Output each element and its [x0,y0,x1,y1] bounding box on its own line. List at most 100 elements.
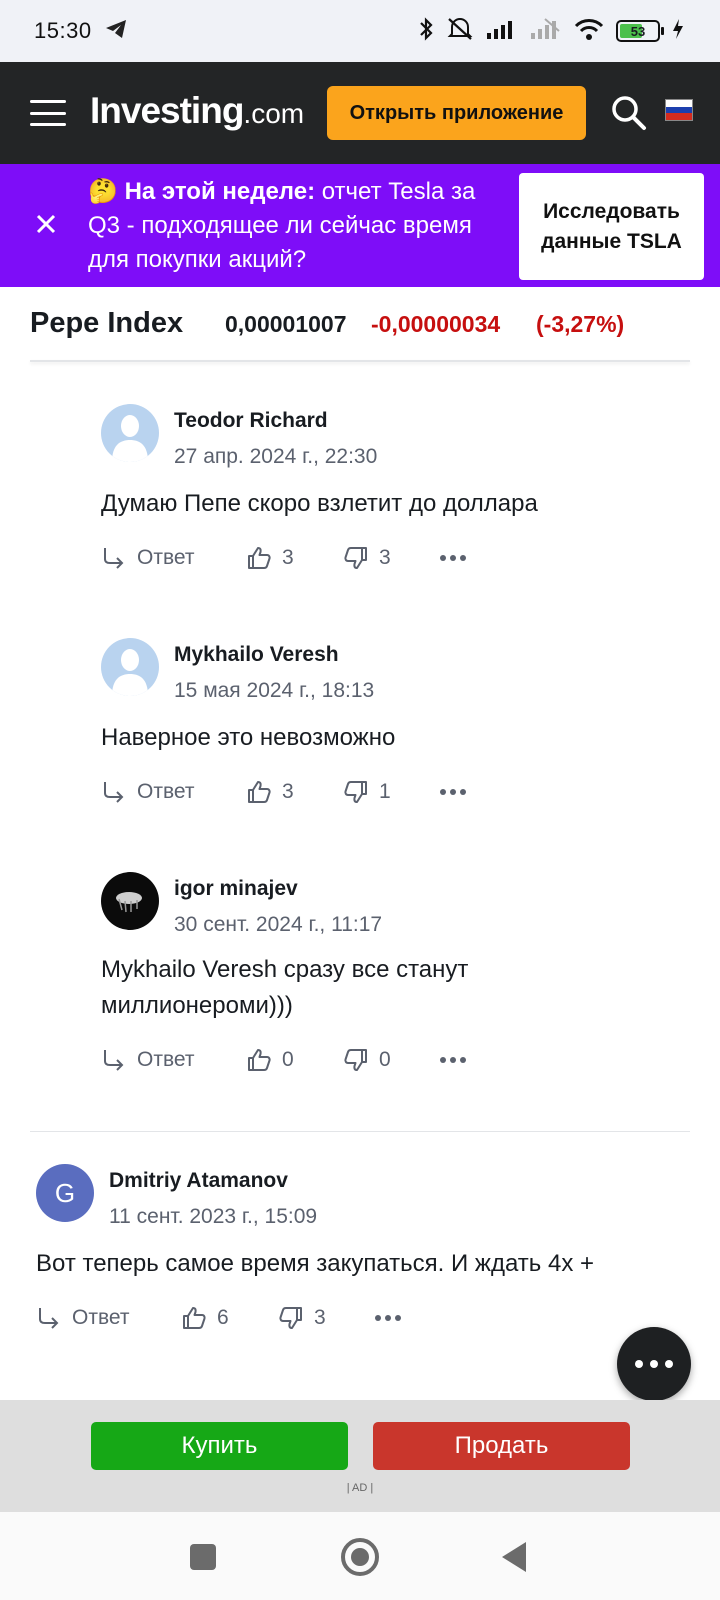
like-button[interactable]: 0 [246,1040,294,1080]
comment-actions: Ответ 6 3 [36,1298,456,1338]
instrument-header: Pepe Index 0,00001007 -0,00000034 (-3,27… [0,287,720,361]
reply-label: Ответ [137,1048,195,1071]
comment-actions: Ответ 0 0 [101,1040,521,1080]
menu-icon[interactable] [30,100,66,126]
status-icons: 53 [418,0,684,62]
avatar[interactable] [101,872,159,930]
explore-tsla-button[interactable]: Исследовать данные TSLA [519,173,704,280]
reply-icon [104,782,124,803]
dislike-count: 0 [379,1048,391,1071]
like-button[interactable]: 3 [246,772,294,812]
instrument-price: 0,00001007 [225,311,347,337]
reply-label: Ответ [137,546,195,569]
instrument-name: Pepe Index [30,307,184,339]
thumbs-down-icon [344,781,367,803]
like-button[interactable]: 6 [181,1298,229,1338]
recents-icon[interactable] [190,1544,216,1570]
promo-bold: На этой неделе: [124,178,316,205]
comment-text: Вот теперь самое время закупаться. И жда… [36,1250,594,1277]
thumbs-down-icon [344,547,367,569]
avatar[interactable] [101,638,159,696]
thinking-emoji: 🤔 [88,178,118,205]
reply-icon [39,1308,59,1329]
promo-banner: 🤔 На этой неделе: отчет Tesla за Q3 - по… [0,164,720,287]
comment-date: 15 мая 2024 г., 18:13 [174,679,375,702]
more-options-icon[interactable] [439,772,467,812]
thumbs-up-icon [248,547,271,569]
like-button[interactable]: 3 [246,538,294,578]
close-icon[interactable] [32,210,60,238]
back-icon[interactable] [502,1542,526,1572]
home-icon[interactable] [341,1538,379,1576]
reply-button[interactable]: Ответ [101,772,194,812]
logo-suffix: .com [243,98,305,129]
search-icon[interactable] [610,94,648,132]
investing-logo[interactable]: Investing.com [90,90,304,132]
dislike-button[interactable]: 3 [278,1298,326,1338]
like-count: 6 [217,1306,229,1329]
status-time: 15:30 [34,18,92,43]
charging-icon [672,18,684,45]
logo-main: Investing [90,90,244,131]
telegram-icon [104,18,128,45]
bluetooth-icon [418,16,434,47]
like-count: 0 [282,1048,294,1071]
open-app-button[interactable]: Открыть приложение [327,86,586,140]
reply-label: Ответ [137,780,195,803]
comment-author[interactable]: Mykhailo Veresh [174,643,339,667]
thumbs-up-icon [183,1307,206,1329]
system-nav-bar [0,1512,720,1600]
dislike-button[interactable]: 3 [343,538,391,578]
comment-date: 11 сент. 2023 г., 15:09 [109,1205,318,1228]
ad-bar: Купить Продать | AD | [0,1400,720,1512]
more-options-icon[interactable] [439,1040,467,1080]
floating-more-icon[interactable] [617,1327,691,1401]
status-bar: 15:30 53 [0,0,720,62]
dislike-count: 3 [379,546,391,569]
comment-date: 30 сент. 2024 г., 11:17 [174,913,383,936]
avatar[interactable] [101,404,159,462]
thumbs-up-icon [248,1049,271,1071]
like-count: 3 [282,780,294,803]
instrument-change-pct: (-3,27%) [536,311,625,337]
dislike-count: 3 [314,1306,326,1329]
battery-icon: 53 [616,20,664,42]
thumbs-up-icon [248,781,271,803]
comment-actions: Ответ 3 1 [101,772,521,812]
reply-icon [104,1050,124,1071]
more-options-icon[interactable] [439,538,467,578]
russia-flag-icon[interactable] [665,99,693,121]
dislike-count: 1 [379,780,391,803]
reply-button[interactable]: Ответ [101,1040,194,1080]
sell-button[interactable]: Продать [373,1422,630,1470]
comment-text: Mykhailo Veresh сразу все станут миллион… [101,956,469,1019]
comment-author[interactable]: Dmitriy Atamanov [109,1169,288,1193]
comment-date: 27 апр. 2024 г., 22:30 [174,445,378,468]
comment-author[interactable]: igor minajev [174,877,298,901]
dislike-button[interactable]: 0 [343,1040,391,1080]
more-options-icon[interactable] [374,1298,402,1338]
reply-button[interactable]: Ответ [36,1298,129,1338]
comment-text: Думаю Пепе скоро взлетит до доллара [101,490,538,517]
buy-button[interactable]: Купить [91,1422,348,1470]
like-count: 3 [282,546,294,569]
promo-message[interactable]: 🤔 На этой неделе: отчет Tesla за Q3 - по… [88,175,500,277]
ad-label: | AD | [346,1482,374,1494]
reply-icon [104,548,124,569]
avatar[interactable]: G [36,1164,94,1222]
thumbs-down-icon [344,1049,367,1071]
comment-text: Наверное это невозможно [101,724,396,751]
reply-label: Ответ [72,1306,130,1329]
instrument-change: -0,00000034 [371,311,501,337]
signal-icon [486,17,518,46]
comment-actions: Ответ 3 3 [101,538,521,578]
app-header: Investing.com Открыть приложение [0,62,720,164]
wifi-icon [574,17,604,46]
dislike-button[interactable]: 1 [343,772,391,812]
reply-button[interactable]: Ответ [101,538,194,578]
comment-author[interactable]: Teodor Richard [174,409,328,433]
instrument-divider [30,360,690,362]
comment-divider [30,1131,690,1132]
signal-2-icon [530,17,562,46]
thumbs-down-icon [279,1307,302,1329]
